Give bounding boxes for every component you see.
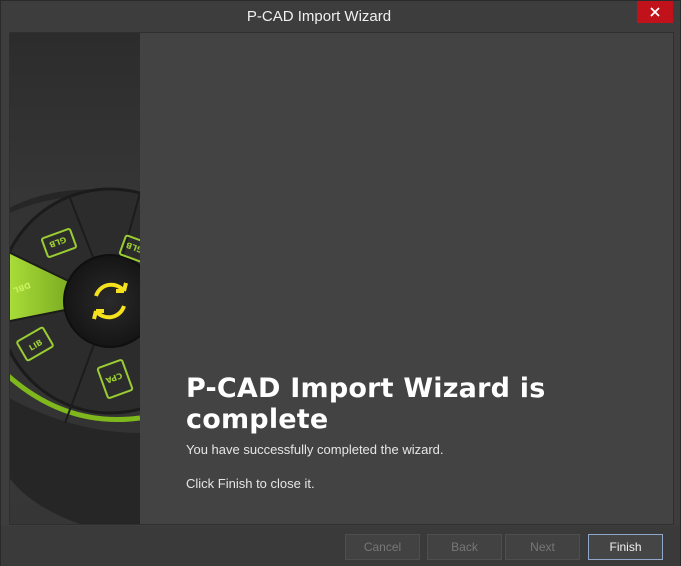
button-bar: Cancel Back Next Finish xyxy=(1,526,680,566)
wizard-window: P-CAD Import Wizard GLB GLB DBL LIB CPA … xyxy=(0,0,681,566)
back-button-label: Back xyxy=(451,540,478,554)
wizard-content: GLB GLB DBL LIB CPA P-CAD Import Wizard … xyxy=(9,32,674,525)
wizard-banner-image: GLB GLB DBL LIB CPA xyxy=(10,33,140,524)
cancel-button[interactable]: Cancel xyxy=(345,534,420,560)
cancel-button-label: Cancel xyxy=(363,540,402,554)
window-title: P-CAD Import Wizard xyxy=(246,8,392,25)
finish-instruction: Click Finish to close it. xyxy=(186,476,315,491)
title-bar[interactable]: P-CAD Import Wizard xyxy=(1,1,680,32)
close-icon xyxy=(650,7,660,17)
import-wheel-illustration: GLB GLB DBL LIB CPA xyxy=(10,187,140,524)
finish-button-label: Finish xyxy=(609,540,642,554)
next-button-label: Next xyxy=(530,540,555,554)
completion-heading: P-CAD Import Wizard is complete xyxy=(186,373,546,435)
finish-button[interactable]: Finish xyxy=(588,534,663,560)
back-button[interactable]: Back xyxy=(427,534,502,560)
close-button[interactable] xyxy=(637,1,673,23)
next-button[interactable]: Next xyxy=(505,534,580,560)
completion-message: You have successfully completed the wiza… xyxy=(186,442,444,457)
